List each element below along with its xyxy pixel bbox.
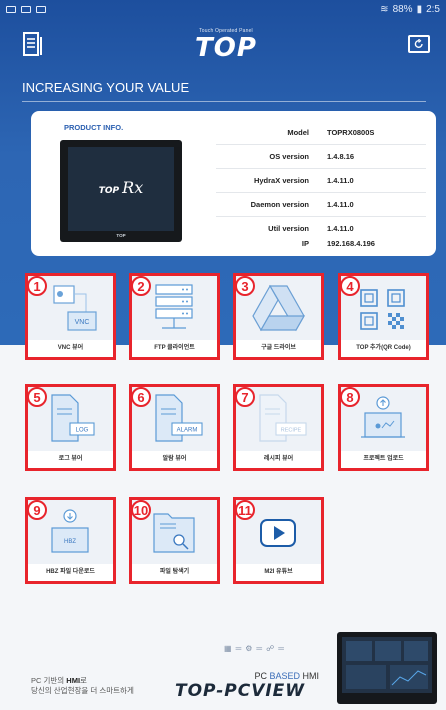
info-row-hydrax: HydraX version 1.4.11.0	[216, 168, 426, 192]
battery-icon: ▮	[416, 3, 423, 15]
promo-text: PC 기반의 HMI로 당신의 산업현장을 더 스마트하게	[31, 676, 134, 695]
play-icon	[21, 5, 31, 13]
tile-number-badge: 1	[27, 276, 47, 296]
tile-number-badge: 2	[131, 276, 151, 296]
product-info-label: PRODUCT INFO.	[64, 123, 124, 132]
platform-icons: ▦ ═ ⚙ ═ ☍ ═	[224, 643, 284, 653]
tagline: INCREASING YOUR VALUE	[22, 80, 426, 102]
info-row-os: OS version 1.4.8.16	[216, 144, 426, 168]
status-time: 2:5	[426, 3, 440, 15]
tile-number-badge: 3	[235, 276, 255, 296]
document-menu-icon	[23, 32, 42, 56]
svg-text:RECIPE: RECIPE	[281, 428, 302, 434]
svg-text:ALARM: ALARM	[177, 428, 198, 434]
battery-level: 88%	[392, 3, 413, 15]
pcview-logo: TOP-PCVIEW	[175, 681, 306, 701]
info-row-model: Model TOPRX0800S	[287, 127, 375, 137]
tile-number-badge: 6	[131, 387, 151, 407]
tile-number-badge: 10	[131, 500, 151, 520]
tile-number-badge: 5	[27, 387, 47, 407]
info-row-ip: IP 192.168.4.196	[301, 238, 375, 248]
tile-number-badge: 8	[340, 387, 360, 407]
product-info-card: PRODUCT INFO. TOP Rx TOP Model TOPRX0800S…	[31, 111, 436, 256]
top-logo: Touch Operated Panel TOP	[195, 28, 257, 63]
refresh-button[interactable]	[408, 35, 430, 53]
settings-icon: ⚙	[245, 643, 253, 653]
info-row-daemon: Daemon version 1.4.11.0	[216, 192, 426, 216]
pcview-monitor-image	[337, 632, 437, 704]
windows-icon: ▦	[224, 643, 232, 653]
tile-number-badge: 7	[235, 387, 255, 407]
pcview-promo: PC BASED HMI TOP-PCVIEW	[175, 671, 325, 701]
status-bar: ≋ 88% ▮ 2:5	[0, 0, 446, 18]
tile-number-badge: 9	[27, 500, 47, 520]
device-image: TOP Rx TOP	[60, 140, 182, 242]
tile-number-badge: 4	[340, 276, 360, 296]
document-menu-button[interactable]	[23, 32, 43, 57]
gallery-icon	[36, 5, 46, 13]
notification-icon	[6, 5, 16, 13]
wifi-icon: ≋	[380, 3, 389, 15]
refresh-icon	[414, 39, 423, 48]
tile-number-badge: 11	[235, 500, 255, 520]
svg-text:LOG: LOG	[76, 428, 89, 434]
network-icon: ☍	[266, 643, 275, 653]
svg-text:HBZ: HBZ	[64, 539, 76, 545]
svg-text:VNC: VNC	[75, 319, 90, 326]
